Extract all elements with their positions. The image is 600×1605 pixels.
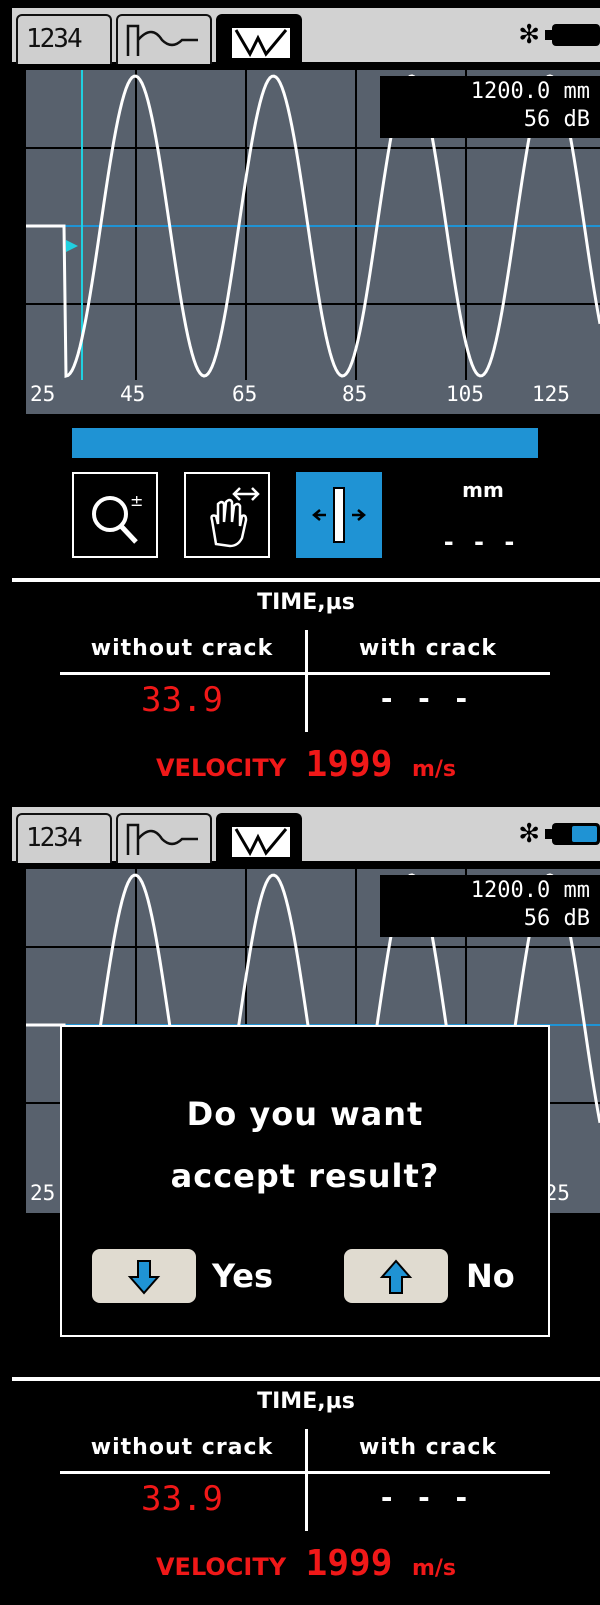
x-tick: 105 bbox=[446, 382, 484, 406]
time-with-crack: - - - bbox=[380, 682, 476, 715]
tab-digital-label: 1234 bbox=[26, 823, 83, 853]
tab-bar: 1234 ✻ bbox=[12, 8, 600, 64]
arrow-up-icon bbox=[379, 1259, 413, 1294]
distance-readout: 1200.0 mm bbox=[470, 79, 590, 104]
distance-gain-readout: 1200.0 mm 56 dB bbox=[380, 76, 600, 138]
pan-button[interactable] bbox=[184, 472, 270, 558]
col-without-crack: without crack bbox=[90, 636, 274, 661]
velocity-label: VELOCITY bbox=[155, 754, 287, 782]
velocity-label: VELOCITY bbox=[155, 1553, 287, 1581]
arrow-down-icon bbox=[127, 1260, 161, 1295]
gain-readout: 56 dB bbox=[523, 107, 590, 132]
table-vline bbox=[305, 1429, 308, 1531]
scan-tab-icon bbox=[232, 28, 290, 58]
no-label[interactable]: No bbox=[466, 1257, 515, 1295]
col-with-crack: with crack bbox=[358, 1435, 498, 1460]
cursor-move-icon bbox=[312, 487, 366, 543]
waveform-icon bbox=[126, 24, 198, 56]
x-tick: 45 bbox=[120, 382, 146, 406]
bluetooth-icon: ✻ bbox=[518, 819, 540, 849]
bluetooth-icon: ✻ bbox=[518, 20, 540, 50]
svg-text:±: ± bbox=[130, 491, 143, 510]
time-without-crack: 33.9 bbox=[141, 1479, 223, 1519]
velocity-unit: m/s bbox=[411, 757, 457, 782]
tab-scan[interactable] bbox=[216, 813, 302, 863]
screen-confirm: 1234 ✻ 1200.0 mm 56 dB 25 125 Do you wan… bbox=[12, 807, 600, 1603]
velocity-row: VELOCITY 1999 m/s bbox=[12, 744, 600, 785]
yes-label[interactable]: Yes bbox=[212, 1257, 273, 1295]
distance-gain-readout: 1200.0 mm 56 dB bbox=[380, 875, 600, 937]
zoom-icon: ± bbox=[92, 491, 143, 544]
cursor-button[interactable] bbox=[296, 472, 382, 558]
tab-waveform[interactable] bbox=[116, 813, 212, 863]
results-panel: TIME,µs without crack with crack 33.9 - … bbox=[12, 1377, 600, 1603]
tab-bar: 1234 ✻ bbox=[12, 807, 600, 863]
divider bbox=[12, 1377, 600, 1381]
tab-scan[interactable] bbox=[216, 14, 302, 64]
results-title: TIME,µs bbox=[257, 590, 355, 615]
tab-digital[interactable]: 1234 bbox=[16, 14, 112, 64]
x-tick: 25 bbox=[30, 382, 56, 406]
results-panel: TIME,µs without crack with crack 33.9 - … bbox=[12, 578, 600, 804]
velocity-value: 1999 bbox=[305, 1543, 393, 1584]
waveform-icon bbox=[126, 823, 198, 855]
hand-pan-icon bbox=[210, 487, 260, 548]
divider bbox=[12, 578, 600, 582]
col-without-crack: without crack bbox=[90, 1435, 274, 1460]
col-with-crack: with crack bbox=[358, 636, 498, 661]
dialog-line-1: Do you want bbox=[186, 1095, 424, 1133]
x-tick: 65 bbox=[232, 382, 258, 406]
measure-value: - - - bbox=[443, 528, 521, 556]
scroll-range-bar[interactable] bbox=[72, 428, 538, 458]
no-button[interactable] bbox=[344, 1249, 448, 1303]
battery-icon bbox=[545, 24, 600, 46]
tab-digital[interactable]: 1234 bbox=[16, 813, 112, 863]
velocity-row: VELOCITY 1999 m/s bbox=[12, 1543, 600, 1584]
dialog-line-2: accept result? bbox=[170, 1157, 440, 1195]
dialog-message: Do you want accept result? bbox=[62, 1083, 548, 1207]
x-tick: 25 bbox=[30, 1181, 56, 1205]
velocity-unit: m/s bbox=[411, 1556, 457, 1581]
gain-readout: 56 dB bbox=[523, 906, 590, 931]
time-with-crack: - - - bbox=[380, 1481, 476, 1514]
waveform-plot[interactable]: 1200.0 mm 56 dB bbox=[26, 70, 600, 382]
table-vline bbox=[305, 630, 308, 732]
yes-button[interactable] bbox=[92, 1249, 196, 1303]
zoom-button[interactable]: ± bbox=[72, 472, 158, 558]
battery-icon bbox=[545, 823, 600, 845]
tab-waveform[interactable] bbox=[116, 14, 212, 64]
scan-tab-icon bbox=[232, 827, 290, 857]
screen-measure: 1234 ✻ 1200.0 mm 56 dB 25 45 65 85 105 1… bbox=[12, 8, 600, 804]
results-title: TIME,µs bbox=[257, 1389, 355, 1414]
accept-result-dialog: Do you want accept result? Yes No bbox=[60, 1025, 550, 1337]
distance-readout: 1200.0 mm bbox=[470, 878, 590, 903]
x-tick: 125 bbox=[532, 382, 570, 406]
x-axis: 25 45 65 85 105 125 bbox=[26, 380, 600, 414]
velocity-value: 1999 bbox=[305, 744, 393, 785]
time-without-crack: 33.9 bbox=[141, 680, 223, 720]
measure-unit: mm bbox=[462, 478, 504, 502]
x-tick: 85 bbox=[342, 382, 368, 406]
tab-digital-label: 1234 bbox=[26, 24, 83, 54]
